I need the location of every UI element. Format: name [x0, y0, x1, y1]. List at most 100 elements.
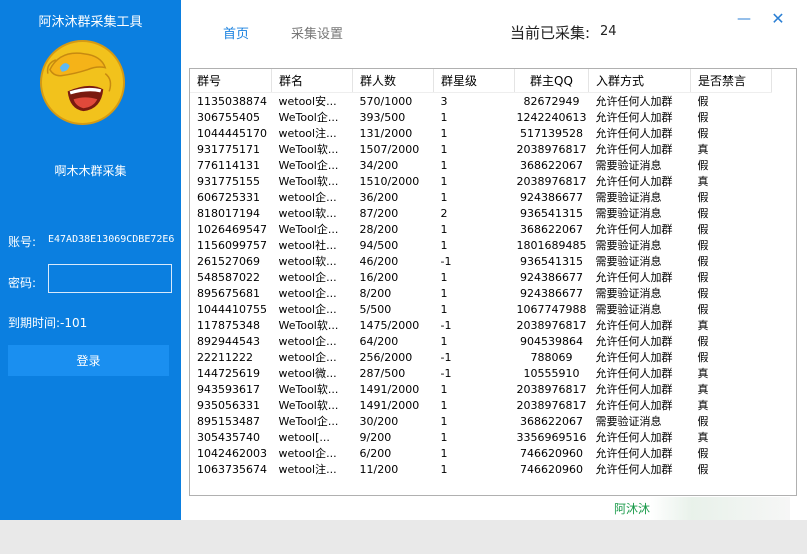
cell-join-method: 允许任何人加群 [595, 431, 673, 444]
cell-join-method: 允许任何人加群 [595, 127, 673, 140]
table-row[interactable]: 776114131 WeTool企... 34/200 1 368622067 需要验证消… [190, 157, 772, 173]
cell-muted: 假 [697, 463, 709, 476]
cell-owner-qq: 936541315 [520, 206, 583, 220]
table-row[interactable]: 818017194 wetool软... 87/200 2 936541315 需要验证消… [190, 205, 772, 221]
table-row[interactable]: 117875348 WeTool软... 1475/2000 -1 2038976817… [190, 317, 772, 333]
cell-group-id: 1026469547 [197, 222, 267, 236]
collected-count-value: 24 [600, 24, 617, 39]
col-header-group-id[interactable]: 群号 [190, 69, 272, 93]
table-row[interactable]: 935056331 WeTool软... 1491/2000 1 2038976817 允… [190, 397, 772, 413]
cell-group-name: WeTool企... [278, 415, 339, 428]
cell-members: 256/2000 [359, 350, 413, 364]
group-table[interactable]: 群号 群名 群人数 群星级 群主QQ 入群方式 是否禁言 1135038874 w… [189, 68, 797, 496]
cell-muted: 假 [697, 303, 709, 316]
password-field[interactable] [48, 264, 172, 293]
col-header-muted[interactable]: 是否禁言 [690, 69, 772, 93]
table-row[interactable]: 931775171 WeTool软... 1507/2000 1 2038976817 允… [190, 141, 772, 157]
cell-members: 87/200 [359, 206, 399, 220]
col-header-join-method[interactable]: 入群方式 [588, 69, 691, 93]
cell-group-name: WeTool企... [278, 159, 339, 172]
cell-owner-qq: 368622067 [520, 158, 583, 172]
cell-group-id: 1135038874 [197, 94, 267, 108]
cell-star-level: 1 [440, 430, 448, 444]
table-row[interactable]: 305435740 wetool[... 9/200 1 3356969516 允许任何人… [190, 429, 772, 445]
table-row[interactable]: 606725331 wetool企... 36/200 1 924386677 需要验证消… [190, 189, 772, 205]
cell-group-name: wetool安... [278, 95, 337, 108]
close-icon[interactable]: ✕ [769, 10, 787, 28]
collected-count-label: 当前已采集: [510, 24, 591, 42]
cell-star-level: 2 [440, 206, 448, 220]
cell-group-id: 22211222 [197, 350, 253, 364]
table-row[interactable]: 1063735674 wetool注... 11/200 1 746620960 允许任何… [190, 461, 772, 477]
cell-group-id: 895153487 [197, 414, 260, 428]
cell-star-level: 1 [440, 238, 448, 252]
cell-star-level: 1 [440, 334, 448, 348]
cell-join-method: 允许任何人加群 [595, 143, 673, 156]
table-row[interactable]: 943593617 WeTool软... 1491/2000 1 2038976817 允… [190, 381, 772, 397]
background-strip [0, 520, 807, 554]
cell-group-id: 1063735674 [197, 462, 267, 476]
tab-home[interactable]: 首页 [223, 23, 249, 42]
cell-join-method: 允许任何人加群 [595, 223, 673, 236]
cell-members: 30/200 [359, 414, 399, 428]
cell-muted: 真 [697, 431, 709, 444]
login-button[interactable]: 登录 [8, 345, 169, 376]
col-header-members[interactable]: 群人数 [352, 69, 434, 93]
cell-join-method: 允许任何人加群 [595, 335, 673, 348]
cell-group-id: 818017194 [197, 206, 260, 220]
cell-muted: 假 [697, 447, 709, 460]
avatar [40, 40, 125, 125]
cell-group-name: WeTool软... [278, 175, 339, 188]
cell-group-name: wetool企... [278, 287, 337, 300]
cell-group-name: wetool企... [278, 447, 337, 460]
cell-join-method: 需要验证消息 [595, 207, 662, 220]
cell-group-id: 931775171 [197, 142, 260, 156]
cell-star-level: -1 [440, 318, 452, 332]
table-row[interactable]: 261527069 wetool软... 46/200 -1 936541315 需要验证… [190, 253, 772, 269]
tab-settings[interactable]: 采集设置 [291, 23, 343, 42]
cell-owner-qq: 3356969516 [516, 430, 587, 444]
cell-join-method: 需要验证消息 [595, 191, 662, 204]
col-header-owner-qq[interactable]: 群主QQ [514, 69, 589, 93]
table-row[interactable]: 892944543 wetool企... 64/200 1 904539864 允许任何人… [190, 333, 772, 349]
table-row[interactable]: 548587022 wetool企... 16/200 1 924386677 允许任何人… [190, 269, 772, 285]
table-row[interactable]: 1135038874 wetool安... 570/1000 3 82672949 允许任… [190, 93, 772, 110]
table-row[interactable]: 1026469547 WeTool企... 28/200 1 368622067 允许任何… [190, 221, 772, 237]
col-header-group-name[interactable]: 群名 [271, 69, 353, 93]
cell-members: 1475/2000 [359, 318, 420, 332]
cell-muted: 假 [697, 159, 709, 172]
cell-join-method: 需要验证消息 [595, 287, 662, 300]
table-row[interactable]: 895675681 wetool企... 8/200 1 924386677 需要验证消息… [190, 285, 772, 301]
cell-star-level: 3 [440, 94, 448, 108]
cell-star-level: 1 [440, 286, 448, 300]
cell-group-id: 1042462003 [197, 446, 267, 460]
table-row[interactable]: 1044410755 wetool企... 5/500 1 1067747988 需要验证… [190, 301, 772, 317]
table-row[interactable]: 1042462003 wetool企... 6/200 1 746620960 允许任何人… [190, 445, 772, 461]
cell-star-level: -1 [440, 366, 452, 380]
table-row[interactable]: 22211222 wetool企... 256/2000 -1 788069 允许任何人加… [190, 349, 772, 365]
table-row[interactable]: 306755405 WeTool企... 393/500 1 1242240613 允许任… [190, 109, 772, 125]
cell-members: 1491/2000 [359, 382, 420, 396]
cell-group-id: 1044410755 [197, 302, 267, 316]
cell-star-level: 1 [440, 142, 448, 156]
table-row[interactable]: 1044445170 wetool注... 131/2000 1 517139528 允许… [190, 125, 772, 141]
cell-star-level: 1 [440, 190, 448, 204]
table-row[interactable]: 931775155 WeTool软... 1510/2000 1 2038976817 允… [190, 173, 772, 189]
cell-owner-qq: 924386677 [520, 286, 583, 300]
col-header-star-level[interactable]: 群星级 [433, 69, 515, 93]
cell-members: 64/200 [359, 334, 399, 348]
cell-star-level: 1 [440, 174, 448, 188]
table-row[interactable]: 895153487 WeTool企... 30/200 1 368622067 需要验证消… [190, 413, 772, 429]
cell-muted: 假 [697, 223, 709, 236]
account-value: E47AD38E13069CDBE72E6 [48, 234, 175, 245]
cell-members: 34/200 [359, 158, 399, 172]
cell-join-method: 需要验证消息 [595, 415, 662, 428]
cell-muted: 假 [697, 95, 709, 108]
cell-group-name: WeTool软... [278, 143, 339, 156]
cell-owner-qq: 368622067 [520, 222, 583, 236]
minimize-icon[interactable]: — [735, 10, 753, 28]
cell-group-id: 943593617 [197, 382, 260, 396]
table-row[interactable]: 1156099757 wetool社... 94/500 1 1801689485 需要验… [190, 237, 772, 253]
cell-group-id: 144725619 [197, 366, 260, 380]
table-row[interactable]: 144725619 wetool微... 287/500 -1 10555910 允许任何… [190, 365, 772, 381]
